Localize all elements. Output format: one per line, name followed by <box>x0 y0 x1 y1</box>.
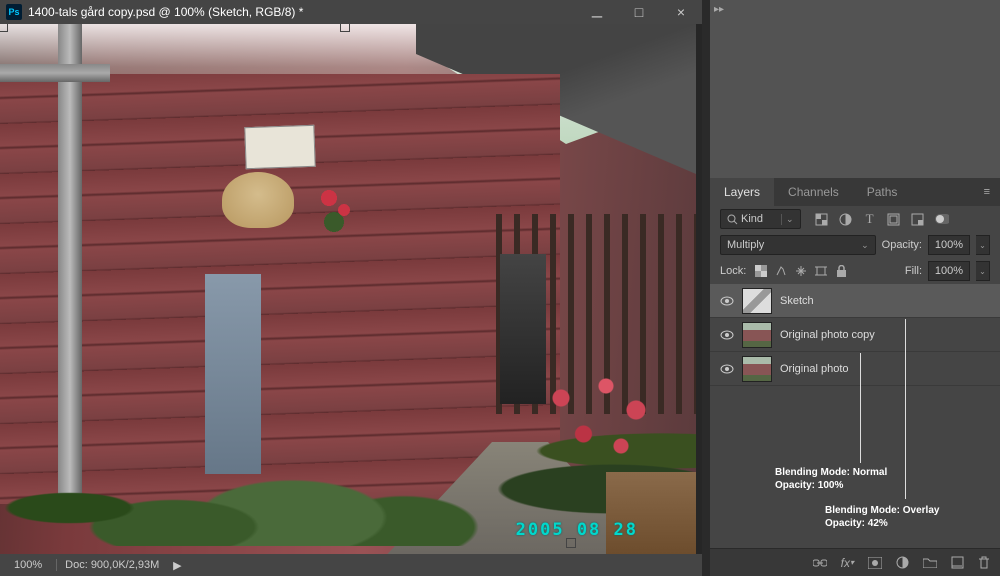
tab-channels[interactable]: Channels <box>774 178 853 206</box>
canvas-area[interactable]: 2005 08 28 <box>0 24 702 554</box>
blend-mode-dropdown[interactable]: Multiply⌄ <box>720 235 876 255</box>
status-bar: 100% Doc: 900,0K/2,93M ▶ <box>0 554 702 576</box>
fill-value[interactable]: 100% <box>928 261 970 281</box>
layer-group-icon[interactable] <box>923 557 937 568</box>
filter-smartobject-icon[interactable] <box>911 212 925 226</box>
visibility-toggle-icon[interactable] <box>720 328 734 342</box>
layer-effects-icon[interactable]: fx▾ <box>841 556 854 570</box>
fill-label: Fill: <box>905 265 922 277</box>
canvas-image[interactable]: 2005 08 28 <box>0 24 696 554</box>
minimize-button[interactable]: _ <box>576 0 618 24</box>
lock-pixels-icon[interactable] <box>774 264 788 278</box>
annotation-line <box>860 353 861 463</box>
tab-layers[interactable]: Layers <box>710 178 774 206</box>
new-layer-icon[interactable] <box>951 556 964 569</box>
lock-label: Lock: <box>720 265 746 277</box>
photo-datestamp: 2005 08 28 <box>516 520 638 540</box>
collapsed-panel-area: ▸▸ <box>710 0 1000 178</box>
layer-thumbnail[interactable] <box>742 288 772 314</box>
layers-bottom-bar: fx▾ <box>710 548 1000 576</box>
panel-menu-icon[interactable]: ≡ <box>974 186 1000 198</box>
fill-dropdown[interactable]: ⌄ <box>976 261 990 281</box>
layer-thumbnail[interactable] <box>742 356 772 382</box>
lock-artboard-icon[interactable] <box>814 264 828 278</box>
layer-name[interactable]: Original photo copy <box>780 329 875 341</box>
expand-arrow-icon[interactable]: ▸▸ <box>714 4 724 15</box>
link-layers-icon[interactable] <box>813 558 827 568</box>
annotation-line <box>905 319 906 499</box>
layer-row[interactable]: Original photo <box>710 352 1000 386</box>
layer-mask-icon[interactable] <box>868 557 882 569</box>
close-button[interactable]: × <box>660 0 702 24</box>
layer-row[interactable]: Original photo copy <box>710 318 1000 352</box>
adjustment-layer-icon[interactable] <box>896 556 909 569</box>
search-icon <box>727 214 738 225</box>
zoom-level[interactable]: 100% <box>0 559 56 571</box>
document-titlebar: Ps 1400-tals gård copy.psd @ 100% (Sketc… <box>0 0 702 24</box>
filter-adjustment-icon[interactable] <box>839 212 853 226</box>
opacity-label: Opacity: <box>882 239 922 251</box>
tab-paths[interactable]: Paths <box>853 178 912 206</box>
statusbar-menu[interactable]: ▶ <box>167 559 187 572</box>
layer-thumbnail[interactable] <box>742 322 772 348</box>
layer-name[interactable]: Sketch <box>780 295 814 307</box>
annotation-text: Blending Mode: NormalOpacity: 100% <box>775 466 887 492</box>
opacity-value[interactable]: 100% <box>928 235 970 255</box>
filter-shape-icon[interactable] <box>887 212 901 226</box>
lock-transparency-icon[interactable] <box>754 264 768 278</box>
layer-name[interactable]: Original photo <box>780 363 849 375</box>
maximize-button[interactable]: □ <box>618 0 660 24</box>
lock-position-icon[interactable] <box>794 264 808 278</box>
filter-pixel-icon[interactable] <box>815 212 829 226</box>
transform-handle[interactable] <box>340 24 350 32</box>
transform-handle[interactable] <box>0 24 8 32</box>
lock-all-icon[interactable] <box>834 264 848 278</box>
document-title: 1400-tals gård copy.psd @ 100% (Sketch, … <box>28 5 303 19</box>
visibility-toggle-icon[interactable] <box>720 294 734 308</box>
opacity-dropdown[interactable]: ⌄ <box>976 235 990 255</box>
annotation-text: Blending Mode: OverlayOpacity: 42% <box>825 504 939 530</box>
filter-kind-input[interactable] <box>741 213 781 225</box>
filter-toggle-icon[interactable] <box>935 212 949 226</box>
filter-type-icon[interactable]: T <box>863 212 877 226</box>
visibility-toggle-icon[interactable] <box>720 362 734 376</box>
photoshop-icon: Ps <box>6 4 22 20</box>
transform-handle[interactable] <box>566 538 576 548</box>
layers-panel: Layers Channels Paths ≡ ⌄ T Multiply⌄ Op… <box>710 178 1000 576</box>
doc-info[interactable]: Doc: 900,0K/2,93M <box>56 559 167 571</box>
delete-layer-icon[interactable] <box>978 556 990 569</box>
layer-filter-dropdown[interactable]: ⌄ <box>720 209 801 229</box>
layer-row[interactable]: Sketch <box>710 284 1000 318</box>
